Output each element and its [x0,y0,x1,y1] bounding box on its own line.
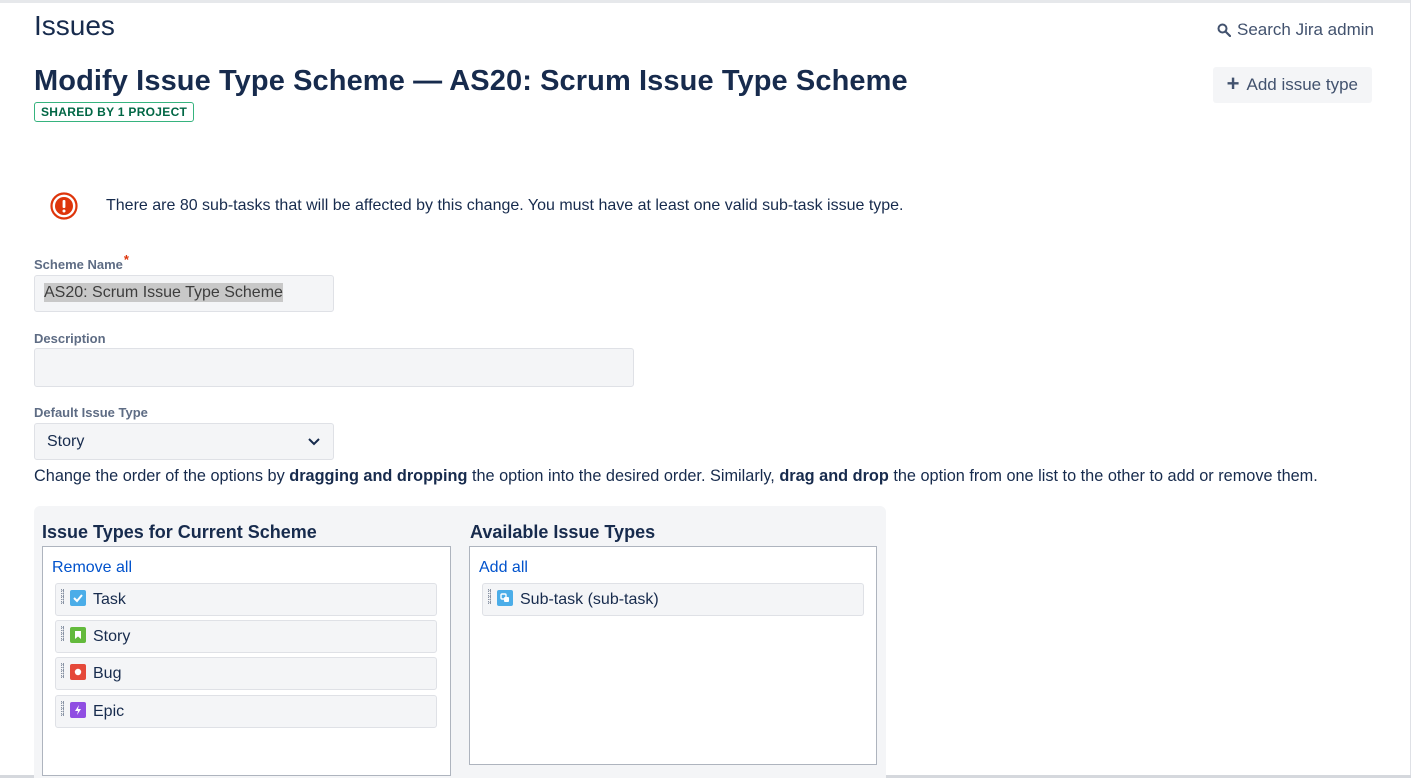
story-icon [70,627,86,643]
description-input[interactable] [34,348,634,387]
instructions-bold-1: dragging and dropping [289,467,468,485]
epic-icon [70,702,86,718]
default-issue-type-label: Default Issue Type [34,405,148,420]
chevron-down-icon [308,437,320,445]
plus-icon: + [1226,70,1240,96]
drag-handle-icon[interactable] [488,589,491,604]
description-label: Description [34,331,106,346]
scheme-title: Modify Issue Type Scheme — AS20: Scrum I… [34,65,908,97]
issue-type-item-epic[interactable]: Epic [55,695,437,728]
scheme-name-label: Scheme Name* [34,252,129,272]
current-scheme-list[interactable]: Remove all Task Story Bug Epic [42,546,451,776]
instructions-part-2: the option into the desired order. Simil… [467,467,780,485]
instructions-part-3: the option from one list to the other to… [888,467,1318,485]
drag-handle-icon[interactable] [61,589,64,604]
scheme-name-input[interactable]: AS20: Scrum Issue Type Scheme [34,275,334,312]
warning-message: There are 80 sub-tasks that will be affe… [50,192,904,220]
warning-text: There are 80 sub-tasks that will be affe… [106,197,904,214]
scheme-name-label-text: Scheme Name [34,257,123,272]
search-jira-admin-link[interactable]: Search Jira admin [1217,20,1374,40]
remove-all-link[interactable]: Remove all [52,559,132,577]
instructions-part-1: Change the order of the options by [34,467,290,485]
scheme-name-value: AS20: Scrum Issue Type Scheme [44,283,283,302]
issue-type-lists-panel: Issue Types for Current Scheme Remove al… [34,506,886,778]
default-issue-type-value: Story [47,432,85,450]
search-label: Search Jira admin [1236,20,1374,39]
subtask-icon [497,590,513,606]
search-icon [1217,23,1231,37]
add-issue-type-button[interactable]: + Add issue type [1212,67,1372,103]
issue-type-item-subtask[interactable]: Sub-task (sub-task) [482,583,864,616]
current-scheme-list-title: Issue Types for Current Scheme [42,522,317,542]
add-all-link[interactable]: Add all [479,559,528,577]
shared-by-badge[interactable]: SHARED BY 1 PROJECT [34,102,195,122]
drag-handle-icon[interactable] [61,663,64,678]
default-issue-type-select[interactable]: Story [34,423,334,460]
drag-handle-icon[interactable] [61,626,64,641]
issue-type-label: Bug [93,664,122,682]
available-list-title: Available Issue Types [470,522,656,542]
task-icon [70,590,86,606]
bug-icon [70,664,86,680]
issue-type-label: Task [93,590,126,608]
issue-type-item-story[interactable]: Story [55,620,437,653]
required-marker: * [123,252,129,267]
issue-type-label: Epic [93,702,125,720]
drag-handle-icon[interactable] [61,701,64,716]
error-icon [50,192,78,220]
issue-type-item-task[interactable]: Task [55,583,437,616]
issue-type-label: Story [93,627,131,645]
instructions-bold-2: drag and drop [779,467,889,485]
drag-drop-instructions: Change the order of the options by dragg… [34,467,1318,486]
add-issue-type-label: Add issue type [1246,75,1358,94]
top-border [0,0,1411,3]
available-issue-types-list[interactable]: Add all Sub-task (sub-task) [469,546,877,765]
issue-type-item-bug[interactable]: Bug [55,657,437,690]
issue-type-label: Sub-task (sub-task) [520,590,659,608]
page-title: Issues [34,10,115,41]
